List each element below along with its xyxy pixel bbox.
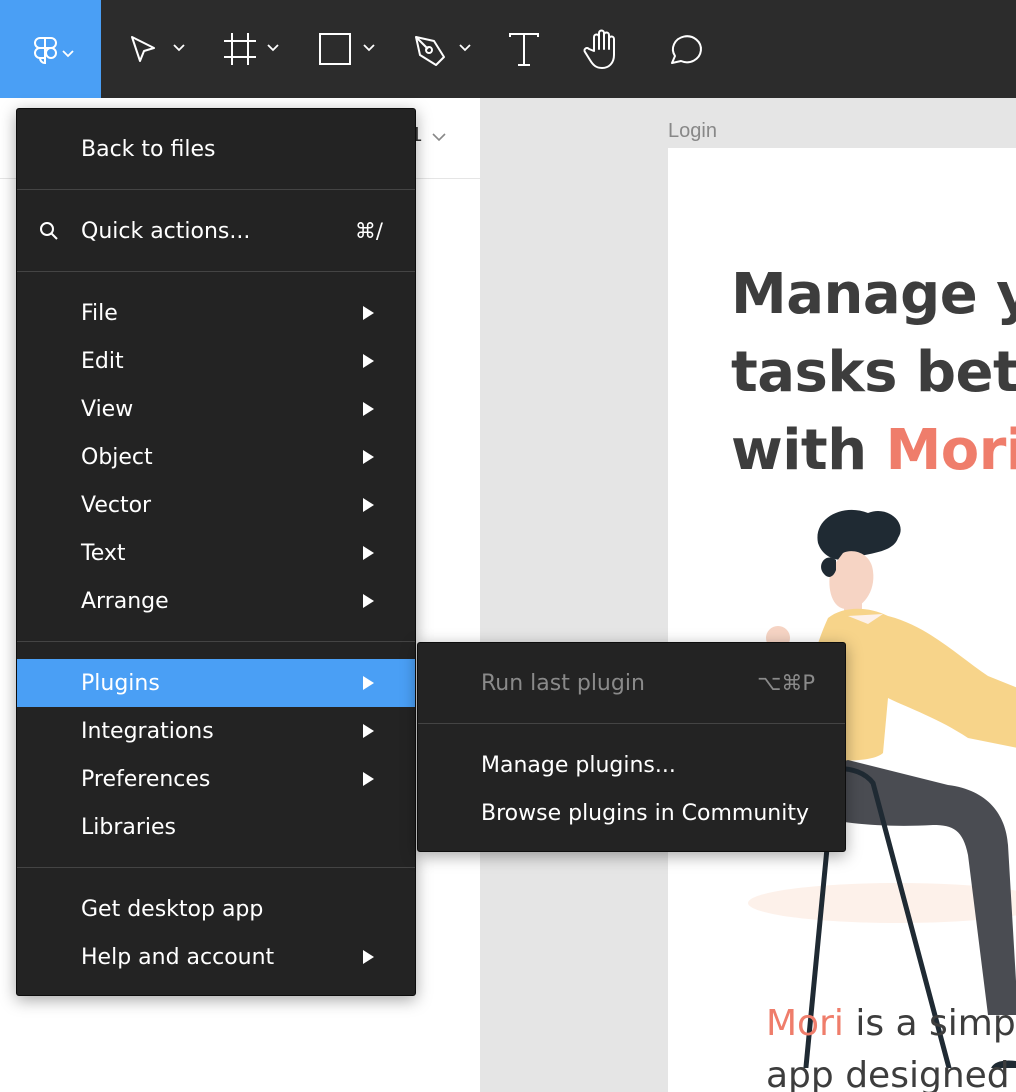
menu-item-back-to-files[interactable]: Back to files [17, 125, 415, 173]
main-menu: Back to files Quick actions... ⌘/ File E… [16, 108, 416, 996]
submenu-arrow-icon [363, 594, 374, 608]
figma-menu-button[interactable] [0, 0, 101, 108]
menu-item-integrations[interactable]: Integrations [17, 707, 415, 755]
frame-headline: Manage yo tasks bett with Mori [731, 256, 1016, 490]
submenu-arrow-icon [363, 676, 374, 690]
submenu-arrow-icon [363, 354, 374, 368]
canvas[interactable]: Login Manage yo tasks bett with Mori Mor… [480, 98, 1016, 1092]
comment-tool-button[interactable] [660, 0, 708, 98]
submenu-item-run-last-plugin[interactable]: Run last plugin ⌥⌘P [418, 659, 845, 707]
submenu-arrow-icon [363, 450, 374, 464]
menu-separator [17, 867, 415, 868]
menu-item-label: Arrange [81, 588, 169, 614]
pointer-icon [131, 36, 185, 62]
submenu-item-label: Run last plugin [481, 670, 645, 696]
hand-tool-button[interactable] [580, 0, 628, 98]
menu-item-label: Help and account [81, 944, 275, 970]
menu-item-label: Plugins [81, 670, 160, 696]
submenu-item-label: Manage plugins... [481, 752, 676, 778]
menu-item-label: File [81, 300, 118, 326]
submenu-arrow-icon [363, 546, 374, 560]
plugins-submenu: Run last plugin ⌥⌘P Manage plugins... Br… [417, 642, 846, 852]
shortcut-label: ⌘/ [354, 219, 383, 243]
menu-item-text[interactable]: Text [17, 529, 415, 577]
move-tool-button[interactable] [120, 0, 192, 98]
menu-item-label: Preferences [81, 766, 211, 792]
menu-item-view[interactable]: View [17, 385, 415, 433]
menu-item-file[interactable]: File [17, 289, 415, 337]
body-accent: Mori [766, 1003, 844, 1044]
body-line-2: app designed [766, 1055, 1010, 1092]
menu-item-label: View [81, 396, 134, 422]
frame-body-copy: Mori is a simp app designed [766, 998, 1016, 1092]
chevron-down-icon[interactable] [432, 132, 446, 142]
submenu-arrow-icon [363, 772, 374, 786]
menu-item-edit[interactable]: Edit [17, 337, 415, 385]
frame-tool-button[interactable] [216, 0, 288, 98]
search-icon [40, 222, 58, 240]
submenu-arrow-icon [363, 402, 374, 416]
toolbar [0, 0, 1016, 108]
submenu-arrow-icon [363, 724, 374, 738]
headline-line-1: Manage yo [731, 262, 1016, 327]
headline-line-3: with Mori [731, 412, 1016, 490]
headline-prefix: with [731, 418, 886, 483]
text-tool-button[interactable] [500, 0, 548, 98]
menu-item-help-and-account[interactable]: Help and account [17, 933, 415, 981]
submenu-item-manage-plugins[interactable]: Manage plugins... [418, 741, 845, 789]
headline-accent: Mori [885, 418, 1016, 483]
submenu-item-browse-plugins[interactable]: Browse plugins in Community [418, 789, 845, 837]
menu-item-label: Quick actions... [81, 218, 251, 244]
menu-separator [17, 271, 415, 272]
submenu-arrow-icon [363, 950, 374, 964]
menu-separator [418, 723, 845, 724]
menu-item-label: Libraries [81, 814, 177, 840]
frame-label[interactable]: Login [668, 120, 717, 143]
menu-item-libraries[interactable]: Libraries [17, 803, 415, 851]
menu-item-label: Object [81, 444, 153, 470]
menu-item-get-desktop-app[interactable]: Get desktop app [17, 885, 415, 933]
menu-item-arrange[interactable]: Arrange [17, 577, 415, 625]
submenu-arrow-icon [363, 498, 374, 512]
body-line-1-rest: is a simp [843, 1003, 1016, 1044]
text-icon [509, 33, 539, 66]
frame-icon [224, 33, 279, 65]
comment-icon [671, 35, 702, 64]
menu-item-preferences[interactable]: Preferences [17, 755, 415, 803]
body-line-1: Mori is a simp [766, 998, 1016, 1050]
menu-item-label: Back to files [81, 136, 216, 162]
shortcut-label: ⌥⌘P [757, 671, 815, 695]
rectangle-icon [319, 33, 375, 65]
menu-item-plugins[interactable]: Plugins [17, 659, 415, 707]
menu-item-label: Integrations [81, 718, 214, 744]
pen-tool-button[interactable] [408, 0, 480, 98]
submenu-arrow-icon [363, 306, 374, 320]
menu-separator [17, 641, 415, 642]
shape-tool-button[interactable] [312, 0, 384, 98]
menu-item-label: Vector [81, 492, 152, 518]
figma-logo-icon [33, 37, 74, 65]
submenu-item-label: Browse plugins in Community [481, 800, 809, 826]
menu-item-label: Get desktop app [81, 896, 264, 922]
menu-item-label: Edit [81, 348, 124, 374]
pen-icon [415, 36, 471, 66]
menu-item-object[interactable]: Object [17, 433, 415, 481]
hand-icon [583, 29, 615, 69]
menu-item-label: Text [81, 540, 126, 566]
menu-item-quick-actions[interactable]: Quick actions... ⌘/ [17, 207, 415, 255]
menu-separator [17, 189, 415, 190]
headline-line-2: tasks bett [731, 340, 1016, 405]
login-frame[interactable]: Manage yo tasks bett with Mori Mori is a… [668, 148, 1016, 1092]
menu-item-vector[interactable]: Vector [17, 481, 415, 529]
